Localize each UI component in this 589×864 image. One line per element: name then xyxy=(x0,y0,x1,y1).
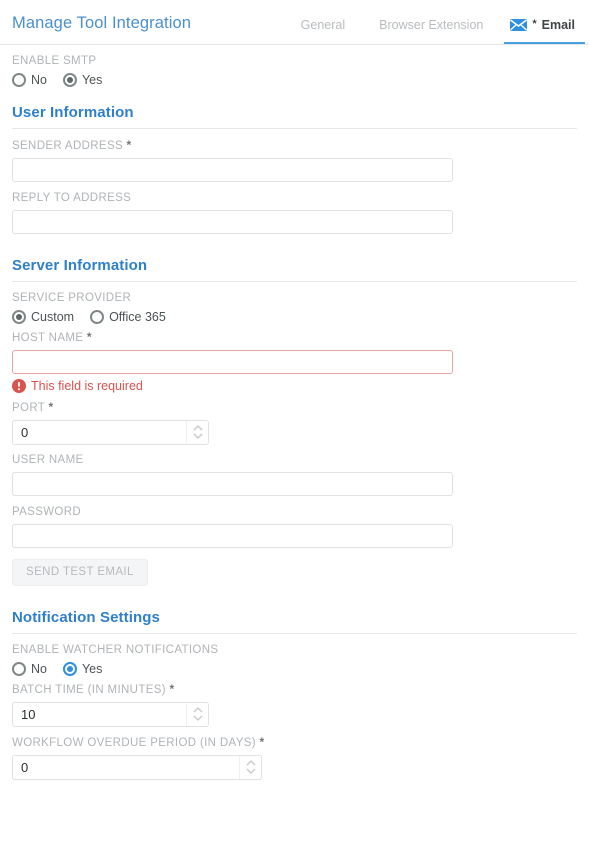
chevron-up-icon[interactable] xyxy=(193,425,203,431)
section-divider xyxy=(12,128,577,129)
port-input[interactable] xyxy=(12,420,209,445)
page-header: Manage Tool Integration General Browser … xyxy=(0,0,589,45)
chevron-up-icon[interactable] xyxy=(193,707,203,713)
section-title-notification-settings: Notification Settings xyxy=(12,609,577,633)
enable-watcher-option-no[interactable]: No xyxy=(12,662,47,676)
host-name-label: HOST NAME * xyxy=(12,330,577,346)
tab-email[interactable]: * Email xyxy=(500,19,589,45)
workflow-overdue-period-label-text: WORKFLOW OVERDUE PERIOD (IN DAYS) xyxy=(12,737,256,749)
password-input[interactable] xyxy=(12,524,453,548)
send-test-email-button[interactable]: SEND TEST EMAIL xyxy=(12,559,148,587)
sender-address-label-text: SENDER ADDRESS xyxy=(12,140,123,152)
service-provider-label: SERVICE PROVIDER xyxy=(12,291,577,306)
tab-browser-extension[interactable]: Browser Extension xyxy=(362,19,500,45)
tab-email-label: Email xyxy=(542,19,575,32)
password-label-text: PASSWORD xyxy=(12,506,81,518)
enable-watcher-option-no-label: No xyxy=(31,663,47,676)
section-title-server-information: Server Information xyxy=(12,257,577,281)
batch-time-stepper[interactable] xyxy=(186,703,208,726)
host-name-label-text: HOST NAME xyxy=(12,332,83,344)
sender-address-label: SENDER ADDRESS * xyxy=(12,138,577,154)
service-provider-option-custom[interactable]: Custom xyxy=(12,310,74,324)
enable-smtp-label: ENABLE SMTP xyxy=(12,54,577,69)
host-name-input[interactable] xyxy=(12,350,453,374)
error-circle-icon xyxy=(12,379,26,393)
radio-icon xyxy=(63,73,77,87)
reply-to-address-label-text: REPLY TO ADDRESS xyxy=(12,192,131,204)
radio-icon xyxy=(12,662,26,676)
tab-general-label: General xyxy=(301,18,345,32)
reply-to-address-input[interactable] xyxy=(12,210,453,234)
password-label: PASSWORD xyxy=(12,505,577,520)
section-divider xyxy=(12,281,577,282)
chevron-down-icon[interactable] xyxy=(193,433,203,439)
user-name-label-text: USER NAME xyxy=(12,454,84,466)
radio-icon xyxy=(12,73,26,87)
radio-icon xyxy=(90,310,104,324)
section-title-user-information: User Information xyxy=(12,104,577,128)
tab-bar: General Browser Extension * Email xyxy=(284,0,589,44)
section-divider xyxy=(12,633,577,634)
envelope-icon xyxy=(510,19,527,31)
batch-time-field-wrapper xyxy=(12,702,209,727)
workflow-overdue-period-required-marker: * xyxy=(259,735,264,749)
service-provider-option-custom-label: Custom xyxy=(31,311,74,324)
service-provider-radio-group: Custom Office 365 xyxy=(12,310,577,324)
enable-watcher-notifications-label: ENABLE WATCHER NOTIFICATIONS xyxy=(12,643,577,658)
batch-time-label-text: BATCH TIME (IN MINUTES) xyxy=(12,684,166,696)
host-name-error-message: This field is required xyxy=(12,379,577,393)
chevron-up-icon[interactable] xyxy=(246,760,256,766)
page-title: Manage Tool Integration xyxy=(12,15,191,45)
batch-time-input[interactable] xyxy=(12,702,209,727)
enable-smtp-option-no[interactable]: No xyxy=(12,73,47,87)
enable-smtp-option-yes[interactable]: Yes xyxy=(63,73,102,87)
chevron-down-icon[interactable] xyxy=(193,715,203,721)
service-provider-option-office365-label: Office 365 xyxy=(109,311,166,324)
enable-smtp-option-yes-label: Yes xyxy=(82,74,102,87)
enable-watcher-option-yes-label: Yes xyxy=(82,663,102,676)
tab-browser-extension-label: Browser Extension xyxy=(379,18,483,32)
workflow-overdue-period-field-wrapper xyxy=(12,755,262,780)
port-stepper[interactable] xyxy=(186,421,208,444)
batch-time-label: BATCH TIME (IN MINUTES) * xyxy=(12,682,577,698)
host-name-required-marker: * xyxy=(87,330,92,344)
settings-form: ENABLE SMTP No Yes User Information SEND… xyxy=(0,45,589,780)
tab-email-marker: * xyxy=(532,19,536,30)
tab-general[interactable]: General xyxy=(284,19,362,45)
enable-smtp-option-no-label: No xyxy=(31,74,47,87)
sender-address-required-marker: * xyxy=(127,138,132,152)
host-name-error-text: This field is required xyxy=(31,379,143,393)
radio-icon xyxy=(12,310,26,324)
enable-smtp-radio-group: No Yes xyxy=(12,73,577,87)
port-label-text: PORT xyxy=(12,402,45,414)
service-provider-option-office365[interactable]: Office 365 xyxy=(90,310,166,324)
batch-time-required-marker: * xyxy=(169,682,174,696)
reply-to-address-label: REPLY TO ADDRESS xyxy=(12,191,577,206)
port-field-wrapper xyxy=(12,420,209,445)
enable-watcher-notifications-radio-group: No Yes xyxy=(12,662,577,676)
port-label: PORT * xyxy=(12,400,577,416)
user-name-input[interactable] xyxy=(12,472,453,496)
user-name-label: USER NAME xyxy=(12,453,577,468)
chevron-down-icon[interactable] xyxy=(246,768,256,774)
sender-address-input[interactable] xyxy=(12,158,453,182)
workflow-overdue-period-label: WORKFLOW OVERDUE PERIOD (IN DAYS) * xyxy=(12,735,577,751)
port-required-marker: * xyxy=(48,400,53,414)
radio-icon xyxy=(63,662,77,676)
workflow-overdue-period-stepper[interactable] xyxy=(239,756,261,779)
enable-watcher-option-yes[interactable]: Yes xyxy=(63,662,102,676)
workflow-overdue-period-input[interactable] xyxy=(12,755,262,780)
